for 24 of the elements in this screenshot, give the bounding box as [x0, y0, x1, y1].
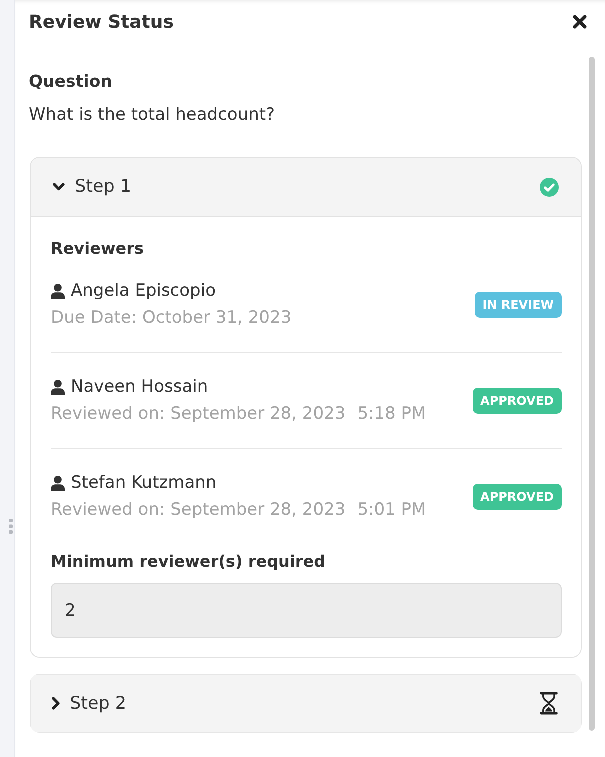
reviewers-heading: Reviewers [51, 238, 145, 260]
reviewer-date: Reviewed on: September 28, 2023 [51, 498, 346, 522]
status-badge: APPROVED [472, 388, 562, 414]
step-header[interactable]: Step 2 [30, 674, 582, 733]
person-icon [51, 476, 65, 490]
status-badge: IN REVIEW [474, 292, 562, 318]
question-text: What is the total headcount? [29, 104, 276, 127]
status-badge: APPROVED [472, 484, 562, 510]
min-reviewers-label: Minimum reviewer(s) required [51, 551, 327, 573]
reviewer-date: Reviewed on: September 28, 2023 [51, 402, 346, 426]
reviewer-time: 5:18 PM [358, 402, 426, 426]
close-icon[interactable] [573, 15, 587, 29]
reviewer-name: Angela Episcopio [71, 280, 216, 303]
panel-title: Review Status [29, 12, 174, 32]
drag-handle-icon[interactable] [9, 519, 13, 534]
scrollbar[interactable] [589, 57, 595, 731]
person-icon [51, 380, 65, 394]
reviewer-name: Naveen Hossain [71, 376, 208, 399]
reviewer-date: Due Date: October 31, 2023 [51, 306, 292, 330]
person-icon [51, 284, 65, 298]
reviewer-time: 5:01 PM [358, 498, 426, 522]
step-header[interactable]: Step 1 [31, 158, 581, 217]
question-label: Question [29, 71, 114, 93]
reviewer-name: Stefan Kutzmann [71, 472, 217, 495]
